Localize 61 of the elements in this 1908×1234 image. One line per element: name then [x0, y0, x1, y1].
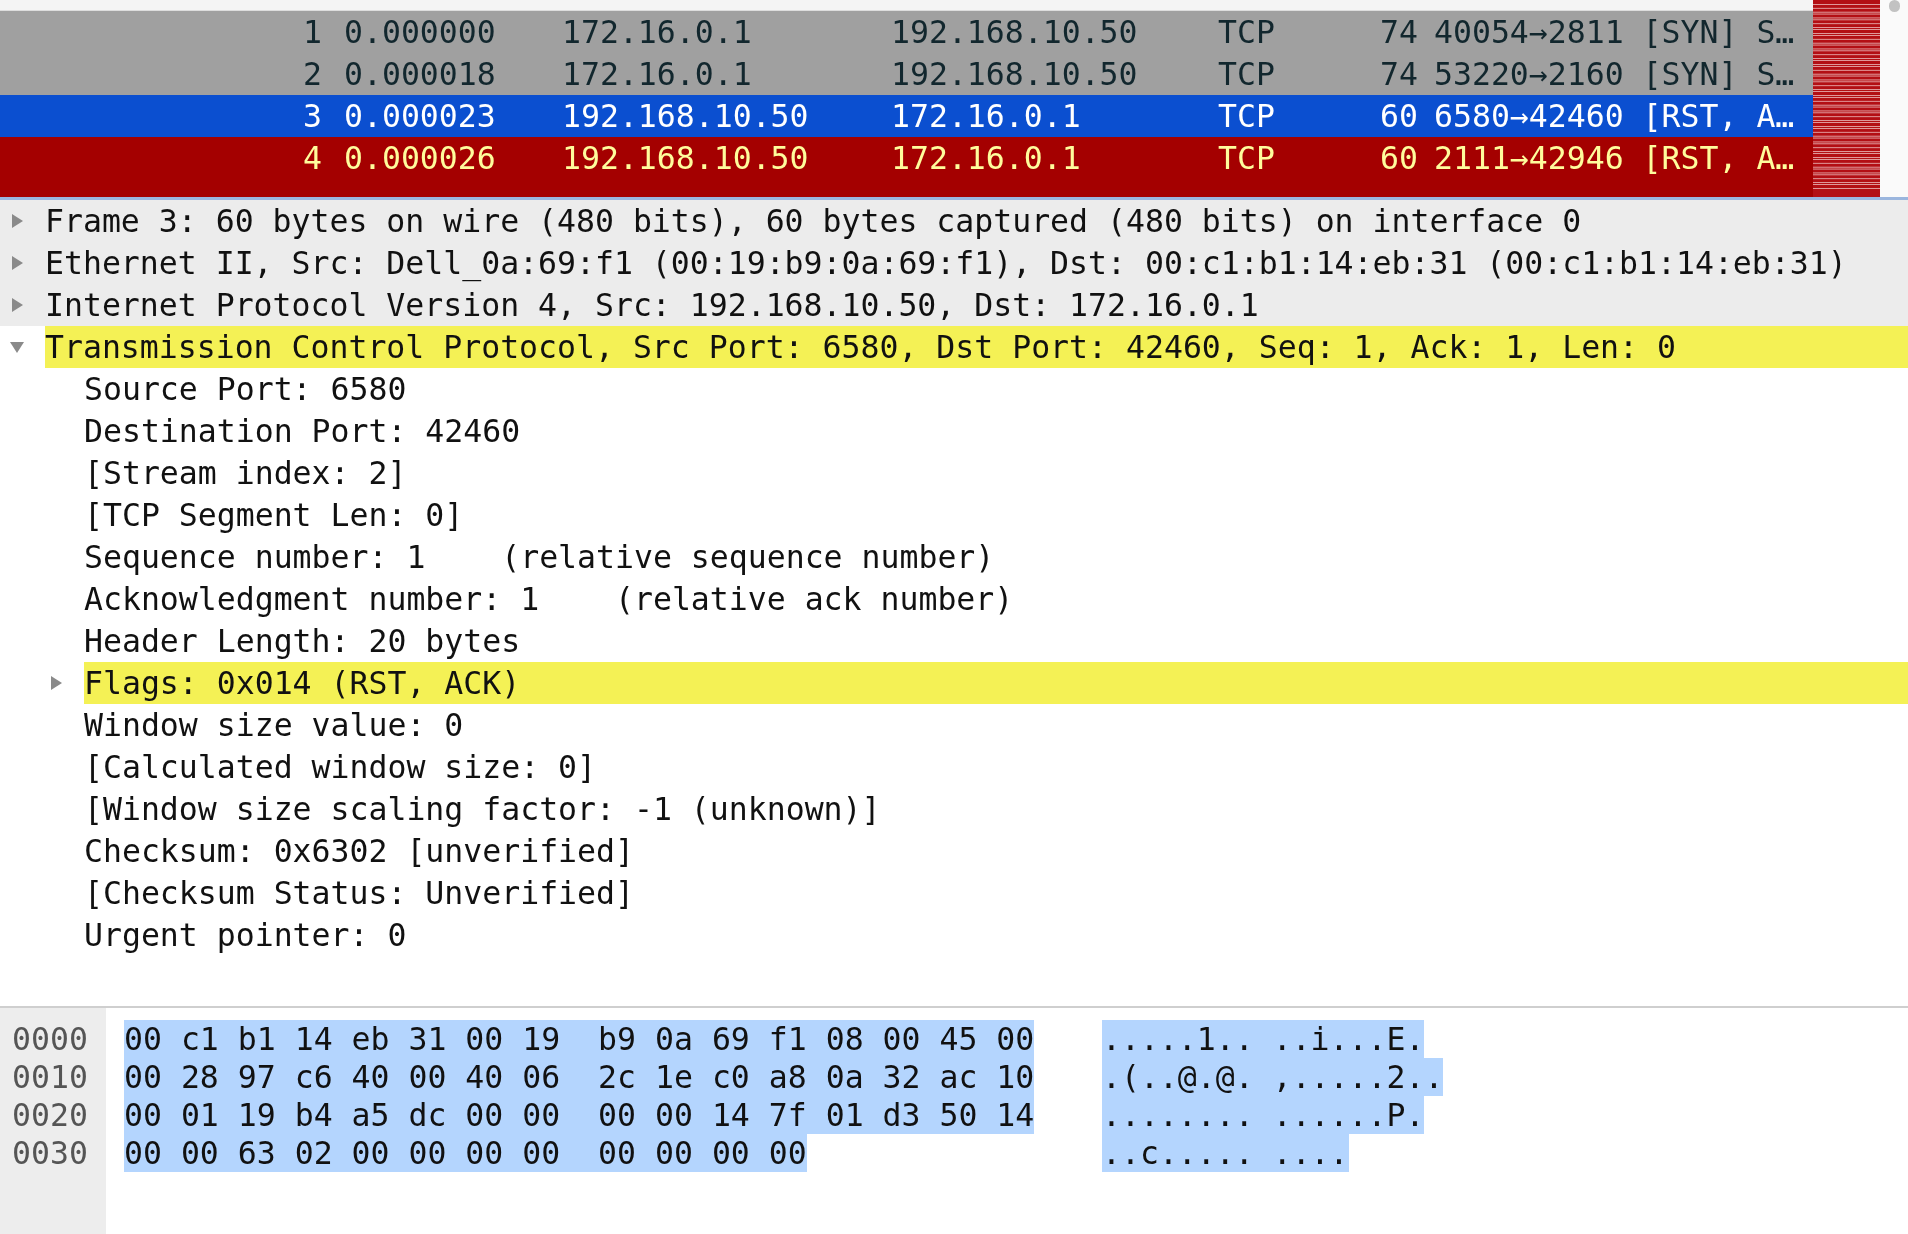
table-cell-text: TCP — [1218, 55, 1276, 94]
tree-item[interactable]: Urgent pointer: 0 — [0, 914, 1908, 956]
offset-label: 0020 — [12, 1096, 89, 1134]
table-cell-text: 0.000018 — [343, 55, 497, 94]
table-cell-text: 6580→42460 [RST, A… — [1433, 97, 1796, 136]
hex-bytes[interactable]: 00 00 63 02 00 00 00 00 00 00 00 00 — [124, 1134, 807, 1172]
table-cell-text: 192.168.10.50 — [562, 139, 810, 178]
table-cell-text: 2 — [302, 55, 322, 94]
tree-item[interactable]: Header Length: 20 bytes — [0, 620, 1908, 662]
table-cell-text: 60 — [1379, 97, 1418, 136]
tree-item[interactable]: [Window size scaling factor: -1 (unknown)] — [0, 788, 1908, 830]
table-cell-text: TCP — [1218, 97, 1276, 136]
tree-item[interactable]: Acknowledgment number: 1 (relative ack number) — [0, 578, 1908, 620]
table-cell-text: 172.16.0.1 — [891, 97, 1082, 136]
scrollbar-thumb[interactable] — [1889, 0, 1900, 12]
ascii-bytes[interactable]: .(..@.@. ,.....2.. — [1102, 1058, 1444, 1096]
tree-item[interactable]: [Checksum Status: Unverified] — [0, 872, 1908, 914]
table-cell-text: 0.000026 — [343, 139, 497, 178]
tree-item[interactable]: [Calculated window size: 0] — [0, 746, 1908, 788]
offset-label: 0000 — [12, 1020, 89, 1058]
table-cell-text: 4 — [302, 139, 322, 178]
tree-item[interactable]: Destination Port: 42460 — [0, 410, 1908, 452]
tree-item[interactable]: Source Port: 6580 — [0, 368, 1908, 410]
tree-item[interactable]: Internet Protocol Version 4, Src: 192.168.10.50, Dst: 172.16.0.1 — [0, 284, 1908, 326]
packet-row[interactable]: 2 0.000018 172.16.0.1 192.168.10.50 TCP 74 53220→2160 [SYN] S… — [0, 53, 1813, 95]
table-cell-text: 1 — [302, 13, 322, 52]
table-cell-text: 192.168.10.50 — [891, 13, 1139, 52]
table-cell-text: 0.000000 — [343, 13, 497, 52]
table-cell-text: 60 — [1379, 139, 1418, 178]
table-cell-text: TCP — [1218, 139, 1276, 178]
tree-item[interactable]: Sequence number: 1 (relative sequence number) — [0, 536, 1908, 578]
tree-item[interactable]: Checksum: 0x6302 [unverified] — [0, 830, 1908, 872]
packet-row[interactable]: 1 0.000000 172.16.0.1 192.168.10.50 TCP 74 40054→2811 [SYN] S… — [0, 11, 1813, 53]
table-cell-text: 3 — [302, 97, 322, 136]
table-cell-text: 172.16.0.1 — [562, 13, 753, 52]
table-cell-text: 53220→2160 [SYN] S… — [1433, 55, 1796, 94]
table-cell-text: 74 — [1379, 13, 1418, 52]
table-cell-text: 2111→42946 [RST, A… — [1433, 139, 1796, 178]
ascii-bytes[interactable]: ..c..... .... — [1102, 1134, 1349, 1172]
tree-item[interactable]: Frame 3: 60 bytes on wire (480 bits), 60 bytes captured (480 bits) on interface 0 — [0, 200, 1908, 242]
hex-bytes[interactable]: 00 c1 b1 14 eb 31 00 19 b9 0a 69 f1 08 00 45 00 — [124, 1020, 1035, 1058]
packet-row[interactable]: 3 0.000023 192.168.10.50 172.16.0.1 TCP 60 6580→42460 [RST, A… — [0, 95, 1813, 137]
tree-item[interactable]: Ethernet II, Src: Dell_0a:69:f1 (00:19:b9:0a:69:f1), Dst: 00:c1:b1:14:eb:31 (00:c1:b1:14:eb:31) — [0, 242, 1908, 284]
ascii-bytes[interactable]: ........ ......P. — [1102, 1096, 1425, 1134]
tree-item[interactable]: [TCP Segment Len: 0] — [0, 494, 1908, 536]
ascii-bytes[interactable]: .....1.. ..i...E. — [1102, 1020, 1425, 1058]
tree-item[interactable]: Window size value: 0 — [0, 704, 1908, 746]
table-cell-text: 172.16.0.1 — [562, 55, 753, 94]
table-cell-text: 192.168.10.50 — [891, 55, 1139, 94]
hex-bytes[interactable]: 00 01 19 b4 a5 dc 00 00 00 00 14 7f 01 d3 50 14 — [124, 1096, 1035, 1134]
table-cell-text: 0.000023 — [343, 97, 497, 136]
table-cell-text: 192.168.10.50 — [562, 97, 810, 136]
packet-row[interactable]: 4 0.000026 192.168.10.50 172.16.0.1 TCP 60 2111→42946 [RST, A… — [0, 137, 1813, 179]
offset-label: 0010 — [12, 1058, 89, 1096]
table-cell-text: TCP — [1218, 13, 1276, 52]
table-cell-text: 172.16.0.1 — [891, 139, 1082, 178]
tree-item[interactable]: [Stream index: 2] — [0, 452, 1908, 494]
offset-label: 0030 — [12, 1134, 89, 1172]
hex-bytes[interactable]: 00 28 97 c6 40 00 40 06 2c 1e c0 a8 0a 32 ac 10 — [124, 1058, 1035, 1096]
table-cell-text: 40054→2811 [SYN] S… — [1433, 13, 1796, 52]
table-cell-text: 74 — [1379, 55, 1418, 94]
